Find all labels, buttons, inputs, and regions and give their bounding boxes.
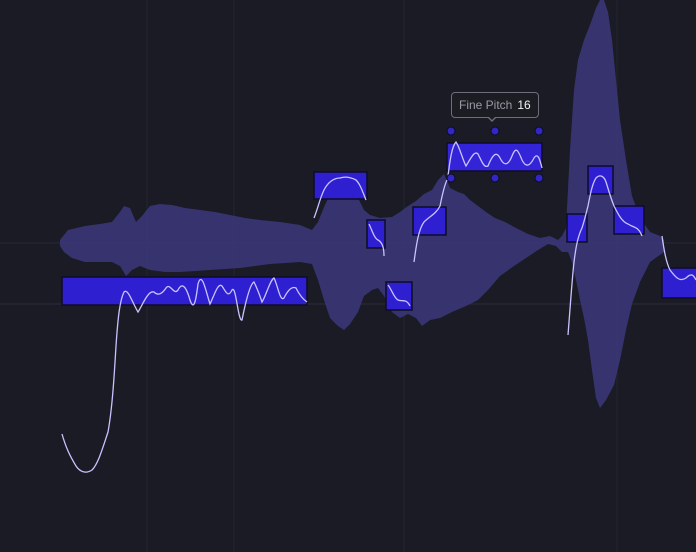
- circle-handle-icon[interactable]: [490, 126, 500, 136]
- fine-pitch-tooltip: Fine Pitch 16: [451, 92, 539, 118]
- circle-handle-icon[interactable]: [446, 173, 456, 183]
- note-blob-selected[interactable]: [446, 142, 543, 172]
- circle-handle-icon[interactable]: [534, 173, 544, 183]
- audio-waveform: [60, 0, 664, 408]
- pitch-editor-graphic: [0, 0, 696, 552]
- note-blob[interactable]: [385, 281, 413, 311]
- circle-handle-icon[interactable]: [490, 173, 500, 183]
- tooltip-arrow-inner: [488, 116, 496, 120]
- note-blob[interactable]: [61, 276, 308, 306]
- note-blob[interactable]: [661, 267, 696, 299]
- note-blob[interactable]: [613, 205, 645, 235]
- note-blob[interactable]: [412, 206, 447, 236]
- tooltip-label: Fine Pitch: [459, 98, 513, 112]
- tooltip-value: 16: [517, 98, 531, 112]
- pitch-editor-canvas[interactable]: Fine Pitch 16: [0, 0, 696, 552]
- circle-handle-icon[interactable]: [534, 126, 544, 136]
- pitch-curve: [61, 277, 308, 473]
- note-blob[interactable]: [566, 213, 588, 243]
- circle-handle-icon[interactable]: [446, 126, 456, 136]
